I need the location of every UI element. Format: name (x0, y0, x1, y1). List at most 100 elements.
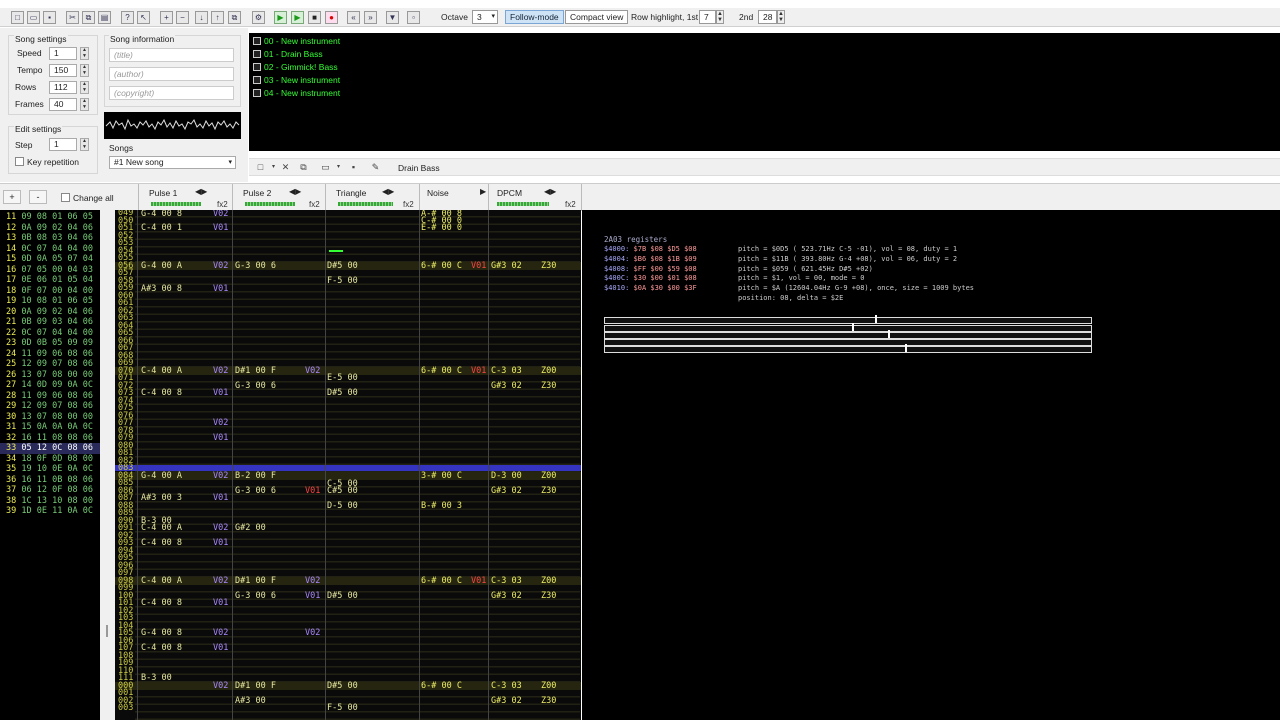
pattern-cell[interactable]: Z30 (541, 696, 556, 706)
pattern-cell[interactable]: V01 (213, 598, 228, 608)
save-instrument-icon[interactable]: ▪ (348, 162, 359, 173)
frame-row[interactable]: 27 14 0D 09 0A 0C (0, 380, 100, 391)
frame-row[interactable]: 36 16 11 0B 08 06 (0, 475, 100, 486)
copyright-input[interactable]: (copyright) (109, 86, 234, 100)
compact-view-toggle[interactable]: Compact view (565, 10, 629, 24)
pattern-cell[interactable]: Z00 (541, 366, 556, 376)
frame-row[interactable]: 31 15 0A 0A 0A 0C (0, 422, 100, 433)
pattern-cell[interactable]: B-2 00 F (235, 471, 276, 481)
play-icon[interactable]: ▶ (274, 11, 287, 24)
row-highlight-1st-input[interactable]: 7 (699, 10, 716, 24)
rows-spinner[interactable]: ▲ ▼ (80, 81, 89, 94)
pattern-cell[interactable]: D#5 00 (327, 681, 358, 691)
save-icon[interactable]: ▪ (43, 11, 56, 24)
instrument-item[interactable]: 02 - Gimmick! Bass (253, 61, 338, 73)
pattern-cell[interactable]: A#3 00 8 (141, 284, 182, 294)
channel-arrows-icon[interactable]: ◀▶ (289, 187, 301, 196)
frame-row[interactable]: 32 16 11 08 08 06 (0, 433, 100, 444)
pattern-cell[interactable]: G-4 00 8 (141, 628, 182, 638)
pattern-cell[interactable]: G#3 02 (491, 261, 522, 271)
pattern-cell[interactable]: D-5 00 (327, 501, 358, 511)
pattern-cell[interactable]: C-4 00 8 (141, 643, 182, 653)
about-icon[interactable]: ? (121, 11, 134, 24)
pattern-cell[interactable]: Z00 (541, 471, 556, 481)
pattern-cell[interactable]: V02 (305, 366, 320, 376)
pattern-cell[interactable]: 6-# 00 C (421, 576, 462, 586)
pattern-editor[interactable]: 049 050 051 052 053 054 055 056 057 058 059 060 061 0… (115, 210, 581, 720)
pattern-cell[interactable]: G-4 00 A (141, 261, 182, 271)
pattern-cell[interactable]: G#2 00 (235, 523, 266, 533)
pattern-cell[interactable]: V01 (213, 643, 228, 653)
pattern-cell[interactable]: V01 (213, 433, 228, 443)
frame-row[interactable]: 22 0C 07 04 04 00 (0, 328, 100, 339)
pattern-cell[interactable]: C-4 00 8 (141, 388, 182, 398)
pattern-cell[interactable]: C#5 00 (327, 486, 358, 496)
channel-dpcm[interactable]: DPCM ◀▶ fx2 (488, 184, 582, 211)
pattern-cell[interactable]: G-4 00 A (141, 471, 182, 481)
frame-row[interactable]: 30 13 07 08 00 00 (0, 412, 100, 423)
frame-row[interactable]: 29 12 09 07 08 06 (0, 401, 100, 412)
pattern-cell[interactable]: F-5 00 (327, 276, 358, 286)
load-instrument-icon[interactable]: ▭ (320, 162, 331, 173)
pattern-cell[interactable]: 6-# 00 C (421, 366, 462, 376)
pattern-cell[interactable]: C-4 00 A (141, 523, 182, 533)
pattern-cell[interactable]: V02 (305, 628, 320, 638)
frame-row[interactable]: 33 05 12 0C 08 06 (0, 443, 100, 454)
remove-frame-button[interactable]: - (29, 190, 47, 204)
frames-input[interactable]: 40 (49, 98, 77, 111)
frame-row[interactable]: 35 19 10 0E 0A 0C (0, 464, 100, 475)
pattern-cell[interactable]: G#3 02 (491, 696, 522, 706)
chevron-down-icon[interactable]: ▾ (268, 162, 279, 173)
scroll-thumb[interactable] (106, 625, 108, 637)
pattern-cell[interactable]: V02 (213, 681, 228, 691)
frames-spinner[interactable]: ▲ ▼ (80, 98, 89, 111)
move-frame-down-icon[interactable]: ↓ (195, 11, 208, 24)
songs-select[interactable]: #1 New song ▾ (109, 156, 236, 169)
frame-row[interactable]: 15 0D 0A 05 07 04 (0, 254, 100, 265)
pattern-cell[interactable]: V02 (213, 628, 228, 638)
settings-icon[interactable]: ▼ (386, 11, 399, 24)
pattern-cell[interactable]: V01 (213, 284, 228, 294)
frame-list[interactable]: 11 09 08 01 06 05 12 0A 09 02 04 06 13 0B … (0, 210, 100, 720)
frame-row[interactable]: 26 13 07 08 00 00 (0, 370, 100, 381)
pattern-cell[interactable]: V01 (471, 261, 486, 271)
add-instrument-icon[interactable]: □ (255, 162, 266, 173)
channel-arrow-icon[interactable]: ▶ (480, 187, 486, 196)
step-spinner[interactable]: ▲ ▼ (80, 138, 89, 151)
pattern-cell[interactable]: 6-# 00 C (421, 681, 462, 691)
rows-input[interactable]: 112 (49, 81, 77, 94)
channel-pulse2[interactable]: Pulse 2 ◀▶ fx2 (232, 184, 325, 211)
step-input[interactable]: 1 (49, 138, 77, 151)
pattern-cell[interactable]: E-# 00 0 (421, 223, 462, 233)
frame-row[interactable]: 24 11 09 06 08 06 (0, 349, 100, 360)
pattern-cell[interactable]: G-4 00 8 (141, 210, 182, 219)
channel-triangle[interactable]: Triangle ◀▶ fx2 (325, 184, 419, 211)
instrument-name-field[interactable]: Drain Bass (398, 163, 440, 173)
pattern-cell[interactable]: V01 (213, 538, 228, 548)
pattern-cell[interactable]: V02 (213, 366, 228, 376)
previous-song-icon[interactable]: « (347, 11, 360, 24)
pattern-cell[interactable]: V02 (213, 523, 228, 533)
row-highlight-2nd-input[interactable]: 28 (758, 10, 777, 24)
pattern-cell[interactable]: V01 (305, 486, 320, 496)
pattern-cell[interactable]: D#5 00 (327, 591, 358, 601)
frame-row[interactable]: 21 0B 09 03 04 06 (0, 317, 100, 328)
pattern-cell[interactable]: D#5 00 (327, 261, 358, 271)
pattern-cell[interactable]: C-4 00 8 (141, 598, 182, 608)
pattern-cell[interactable]: V02 (213, 576, 228, 586)
instrument-item[interactable]: 00 - New instrument (253, 35, 340, 47)
frame-row[interactable]: 19 10 08 01 06 05 (0, 296, 100, 307)
change-all-checkbox[interactable] (61, 193, 70, 202)
channel-pulse1[interactable]: Pulse 1 ◀▶ fx2 (138, 184, 232, 211)
pattern-cell[interactable]: F-5 00 (327, 703, 358, 713)
pattern-cell[interactable]: Z00 (541, 576, 556, 586)
row-highlight-1st-spinner[interactable]: ▲ ▼ (716, 10, 724, 24)
pattern-cell[interactable]: V02 (213, 418, 228, 428)
duplicate-frame-icon[interactable]: ⧉ (228, 11, 241, 24)
pattern-cell[interactable]: G-3 00 6 (235, 261, 276, 271)
pattern-cell[interactable]: V01 (213, 223, 228, 233)
copy-icon[interactable]: ⧉ (82, 11, 95, 24)
row-highlight-2nd-spinner[interactable]: ▲ ▼ (777, 10, 785, 24)
pattern-cell[interactable]: D-3 00 (491, 471, 522, 481)
pattern-cell[interactable]: V02 (213, 471, 228, 481)
